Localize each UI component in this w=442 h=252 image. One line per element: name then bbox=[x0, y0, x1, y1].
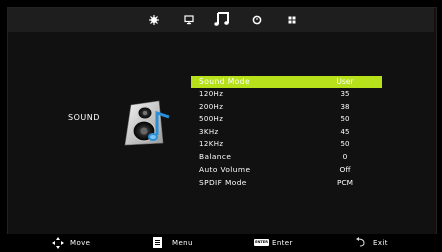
section-title: SOUND bbox=[68, 113, 100, 122]
hint-bar: Move Menu ENTER Enter Exit bbox=[0, 234, 442, 252]
sound-menu: Sound Mode User 120Hz 35 200Hz 38 500Hz … bbox=[191, 76, 382, 190]
menu-label: 200Hz bbox=[199, 102, 224, 111]
menu-row-sound-mode[interactable]: Sound Mode User bbox=[191, 76, 382, 88]
hint-menu-label: Menu bbox=[172, 239, 193, 247]
menu-label: Balance bbox=[199, 151, 232, 161]
menu-row-eq-12khz[interactable]: 12KHz 50 bbox=[191, 138, 382, 151]
menu-value: Off bbox=[339, 164, 351, 174]
menu-row-eq-3khz[interactable]: 3KHz 45 bbox=[191, 126, 382, 139]
menu-row-spdif-mode[interactable]: SPDIF Mode PCM bbox=[191, 177, 382, 190]
menu-row-eq-500hz[interactable]: 500Hz 50 bbox=[191, 113, 382, 126]
menu-value: 38 bbox=[340, 102, 350, 111]
menu-label: 120Hz bbox=[199, 90, 224, 98]
top-tab-bar bbox=[8, 8, 434, 32]
menu-label: SPDIF Mode bbox=[199, 177, 247, 187]
menu-label: 500Hz bbox=[199, 115, 224, 124]
menu-label: 12KHz bbox=[199, 140, 224, 149]
hint-move-label: Move bbox=[70, 239, 91, 247]
menu-label: Auto Volume bbox=[199, 164, 251, 174]
tab-picture[interactable] bbox=[143, 10, 165, 30]
menu-label: 3KHz bbox=[199, 127, 219, 136]
menu-value: PCM bbox=[337, 177, 353, 187]
speaker-icon bbox=[124, 100, 170, 146]
return-arrow-icon bbox=[356, 237, 365, 247]
hint-enter-label: Enter bbox=[272, 239, 293, 247]
menu-value: 50 bbox=[340, 140, 350, 149]
menu-value: 45 bbox=[340, 127, 350, 136]
menu-key-icon bbox=[153, 237, 162, 248]
tab-sound[interactable] bbox=[211, 8, 233, 28]
menu-value: 35 bbox=[340, 90, 350, 98]
tab-screen[interactable] bbox=[178, 10, 200, 30]
menu-row-auto-volume[interactable]: Auto Volume Off bbox=[191, 164, 382, 177]
menu-value: 50 bbox=[340, 115, 350, 124]
menu-value: User bbox=[336, 77, 354, 86]
menu-row-eq-120hz[interactable]: 120Hz 35 bbox=[191, 88, 382, 101]
hint-exit-label: Exit bbox=[373, 239, 388, 247]
grid-icon bbox=[288, 16, 296, 24]
dpad-arrows-icon bbox=[52, 237, 64, 249]
music-note-icon bbox=[214, 12, 229, 26]
menu-row-balance[interactable]: Balance 0 bbox=[191, 151, 382, 164]
menu-row-eq-200hz[interactable]: 200Hz 38 bbox=[191, 101, 382, 114]
tab-time[interactable] bbox=[246, 10, 268, 30]
picture-icon bbox=[149, 15, 159, 25]
menu-value: 0 bbox=[342, 151, 348, 161]
monitor-icon bbox=[184, 15, 194, 25]
clock-icon bbox=[252, 15, 262, 25]
enter-key-icon: ENTER bbox=[254, 239, 269, 246]
menu-label: Sound Mode bbox=[199, 77, 251, 86]
tab-setup[interactable] bbox=[281, 10, 303, 30]
